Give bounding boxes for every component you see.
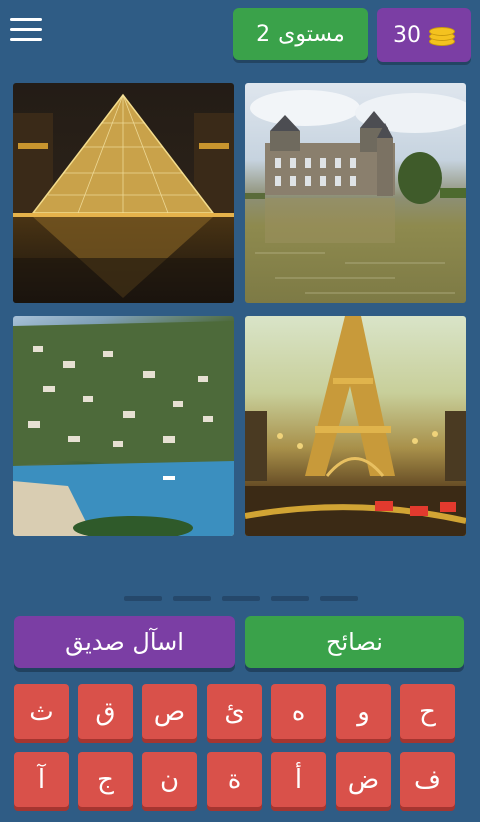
letter-key[interactable]: ف <box>400 752 455 807</box>
letter-key[interactable]: ة <box>207 752 262 807</box>
puzzle-image-pyramid[interactable] <box>13 83 234 303</box>
coin-stack-icon <box>429 25 455 46</box>
answer-slot[interactable] <box>222 596 260 601</box>
menu-icon[interactable] <box>10 18 42 44</box>
letter-key[interactable]: ص <box>142 684 197 739</box>
answer-slot[interactable] <box>271 596 309 601</box>
puzzle-image-eiffel[interactable] <box>245 316 466 536</box>
level-badge: 2 مستوى <box>233 8 368 60</box>
letter-key[interactable]: ح <box>400 684 455 739</box>
letter-key[interactable]: ج <box>78 752 133 807</box>
letter-key[interactable]: ث <box>14 684 69 739</box>
puzzle-image-chateau[interactable] <box>245 83 466 303</box>
tips-label: نصائح <box>326 628 383 656</box>
letter-key[interactable]: ق <box>78 684 133 739</box>
answer-slot[interactable] <box>320 596 358 601</box>
letter-key[interactable]: ن <box>142 752 197 807</box>
letter-key[interactable]: ئ <box>207 684 262 739</box>
answer-slot[interactable] <box>173 596 211 601</box>
ask-friend-button[interactable]: اسآل صديق <box>14 616 235 668</box>
letter-key[interactable]: ض <box>336 752 391 807</box>
coins-badge[interactable]: 30 <box>377 8 471 62</box>
letter-key[interactable]: آ <box>14 752 69 807</box>
level-label: مستوى <box>278 21 345 47</box>
letter-key[interactable]: أ <box>271 752 326 807</box>
level-number: 2 <box>256 21 271 47</box>
letter-key[interactable]: ه <box>271 684 326 739</box>
tips-button[interactable]: نصائح <box>245 616 464 668</box>
ask-friend-label: اسآل صديق <box>65 628 184 656</box>
puzzle-image-coast[interactable] <box>13 316 234 536</box>
answer-slots <box>124 596 358 601</box>
answer-slot[interactable] <box>124 596 162 601</box>
letter-key[interactable]: و <box>336 684 391 739</box>
coin-count: 30 <box>393 22 421 48</box>
